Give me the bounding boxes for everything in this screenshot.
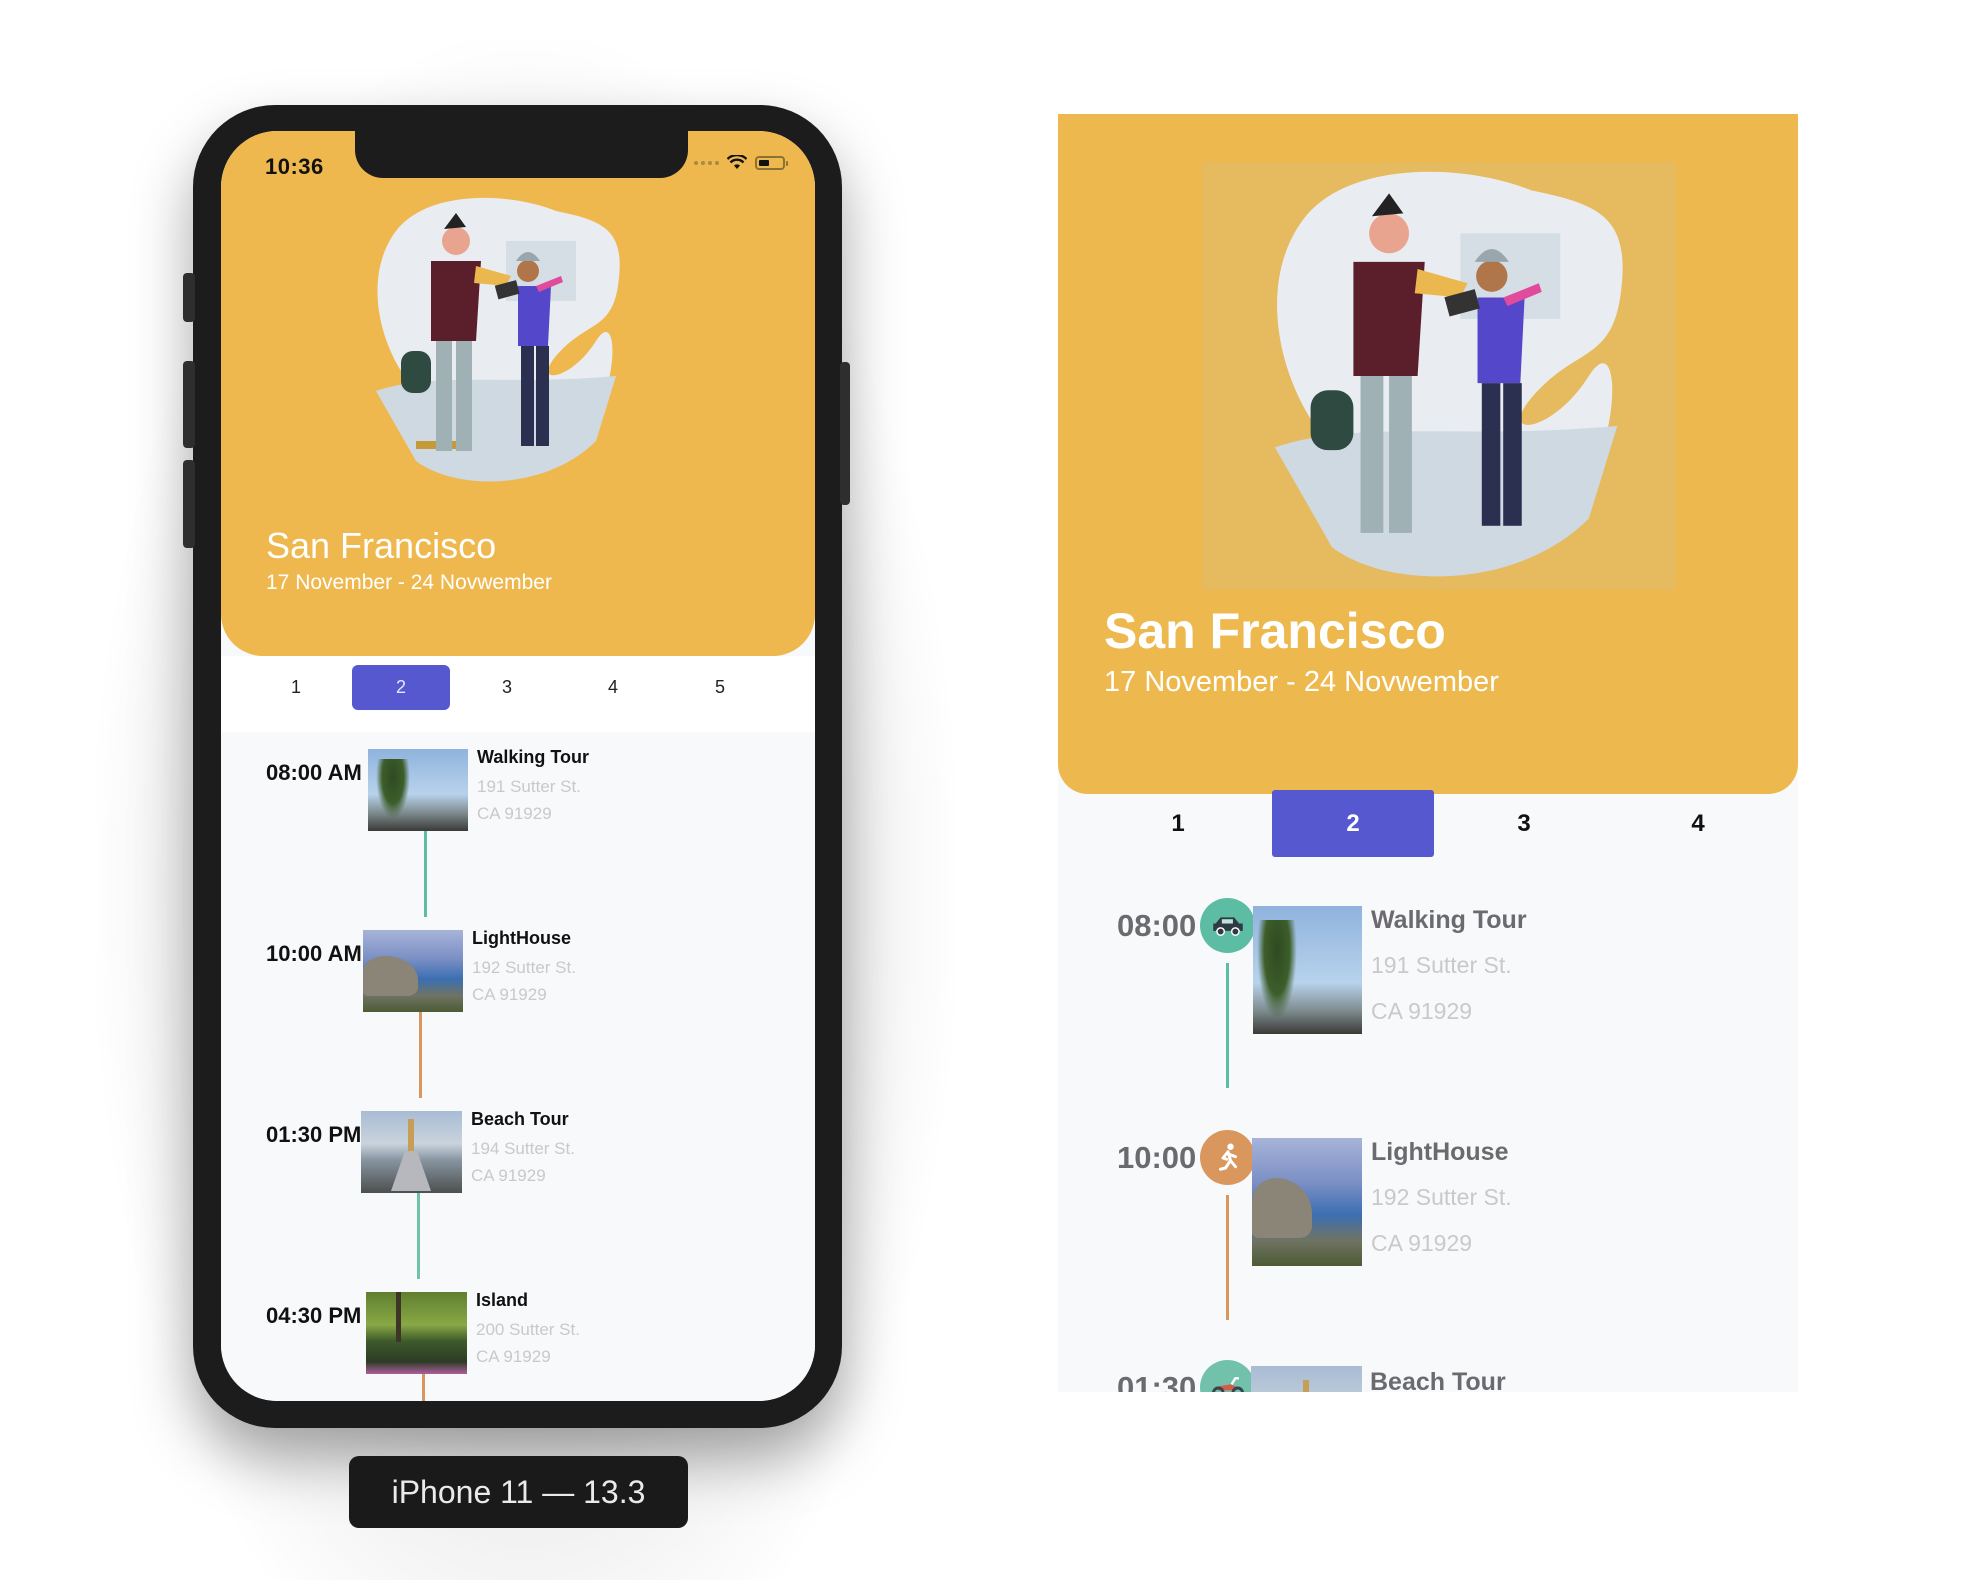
travelers-illustration bbox=[376, 197, 620, 482]
trip-date-range: 17 November - 24 Novwember bbox=[266, 571, 552, 594]
preview-trip-date-range: 17 November - 24 Novwember bbox=[1104, 666, 1499, 698]
preview-day-tab-2[interactable]: 2 bbox=[1272, 790, 1434, 857]
item-title: LightHouse bbox=[472, 928, 571, 948]
timeline-connector bbox=[1226, 1195, 1229, 1320]
preview-itinerary-item[interactable]: 01:30 PM Beach Tour bbox=[1058, 1348, 1798, 1392]
device-label: iPhone 11 — 13.3 bbox=[349, 1456, 688, 1528]
itinerary-item[interactable]: 08:00 AM Walking Tour 191 Sutter St. CA … bbox=[221, 732, 815, 917]
item-address-line1: 192 Sutter St. bbox=[472, 958, 576, 977]
day-tab-4[interactable]: 4 bbox=[564, 665, 662, 710]
item-title: Walking Tour bbox=[1371, 906, 1527, 934]
item-time: 10:00 AM bbox=[266, 941, 362, 966]
itinerary-item[interactable]: 01:30 PM Beach Tour 194 Sutter St. CA 91… bbox=[221, 1094, 815, 1279]
status-icons bbox=[694, 155, 788, 170]
status-time: 10:36 bbox=[265, 154, 324, 179]
lighthouse-pier-photo bbox=[1251, 1366, 1362, 1392]
palm-beach-photo bbox=[1253, 906, 1362, 1034]
day-tab-1[interactable]: 1 bbox=[247, 665, 345, 710]
item-title: Walking Tour bbox=[477, 747, 589, 767]
preview-day-tab-3[interactable]: 3 bbox=[1443, 790, 1605, 857]
phone-screen: San Francisco 17 November - 24 Novwember… bbox=[221, 131, 815, 1401]
power-button bbox=[840, 362, 850, 505]
item-time: 04:30 PM bbox=[266, 1303, 362, 1328]
item-address-line2: CA 91929 bbox=[472, 985, 547, 1004]
volume-up-button bbox=[183, 361, 195, 448]
item-address-line1: 191 Sutter St. bbox=[1371, 952, 1512, 978]
itinerary-list: 08:00 AM Walking Tour 191 Sutter St. CA … bbox=[221, 732, 815, 1401]
item-title: Beach Tour bbox=[471, 1109, 569, 1129]
item-title: Beach Tour bbox=[1370, 1368, 1506, 1392]
item-time: 01:30 PM bbox=[266, 1122, 362, 1147]
preview-illustration-frame bbox=[1202, 162, 1676, 590]
phone-notch bbox=[355, 131, 688, 178]
item-address-line2: CA 91929 bbox=[1371, 998, 1473, 1024]
preview-trip-header: San Francisco 17 November - 24 Novwember bbox=[1058, 114, 1798, 794]
trip-header: San Francisco 17 November - 24 Novwember bbox=[221, 131, 815, 656]
item-address-line1: 194 Sutter St. bbox=[471, 1139, 575, 1158]
preview-itinerary-item[interactable]: 10:00 AM LightHouse 192 Sutter St. CA 91… bbox=[1058, 1116, 1798, 1348]
item-address-line1: 191 Sutter St. bbox=[477, 777, 581, 796]
day-tab-5[interactable]: 5 bbox=[671, 665, 769, 710]
item-address-line2: CA 91929 bbox=[477, 804, 552, 823]
volume-down-button bbox=[183, 460, 195, 548]
wifi-icon bbox=[727, 155, 747, 169]
park-pond-photo bbox=[366, 1292, 467, 1374]
timeline-connector bbox=[1226, 963, 1229, 1088]
item-title: LightHouse bbox=[1371, 1138, 1509, 1166]
preview-day-tab-4[interactable]: 4 bbox=[1617, 790, 1779, 857]
silent-switch bbox=[183, 273, 195, 322]
motorcycle-icon bbox=[1200, 1360, 1255, 1392]
battery-icon bbox=[755, 155, 788, 170]
item-title: Island bbox=[476, 1290, 529, 1310]
travelers-illustration bbox=[1274, 171, 1623, 577]
coastal-cliff-photo bbox=[363, 930, 463, 1012]
preview-panel: San Francisco 17 November - 24 Novwember… bbox=[1058, 114, 1798, 1392]
item-address-line2: CA 91929 bbox=[476, 1347, 551, 1366]
item-address-line2: CA 91929 bbox=[1371, 1230, 1473, 1256]
cellular-signal-icon bbox=[694, 160, 719, 165]
preview-itinerary-item[interactable]: 08:00 AM Walking Tour 191 Sutter St. CA … bbox=[1058, 884, 1798, 1116]
walking-person-icon bbox=[1200, 1130, 1255, 1185]
item-address-line2: CA 91929 bbox=[471, 1166, 546, 1185]
itinerary-item[interactable]: 10:00 AM LightHouse 192 Sutter St. CA 91… bbox=[221, 913, 815, 1098]
day-tab-2[interactable]: 2 bbox=[352, 665, 450, 710]
preview-trip-city-title: San Francisco bbox=[1104, 603, 1446, 659]
item-address-line1: 200 Sutter St. bbox=[476, 1320, 580, 1339]
itinerary-item[interactable]: 04:30 PM Island 200 Sutter St. CA 91929 bbox=[221, 1275, 815, 1401]
trip-city-title: San Francisco bbox=[266, 525, 497, 566]
item-address-line1: 192 Sutter St. bbox=[1371, 1184, 1512, 1210]
coastal-cliff-photo bbox=[1252, 1138, 1362, 1266]
preview-day-tab-1[interactable]: 1 bbox=[1097, 790, 1259, 857]
day-tab-3[interactable]: 3 bbox=[458, 665, 556, 710]
day-tabs: 1 2 3 4 5 bbox=[221, 656, 815, 732]
item-time: 08:00 AM bbox=[266, 760, 362, 785]
car-icon bbox=[1200, 898, 1255, 953]
lighthouse-pier-photo bbox=[361, 1111, 462, 1193]
palm-beach-photo bbox=[368, 749, 468, 831]
